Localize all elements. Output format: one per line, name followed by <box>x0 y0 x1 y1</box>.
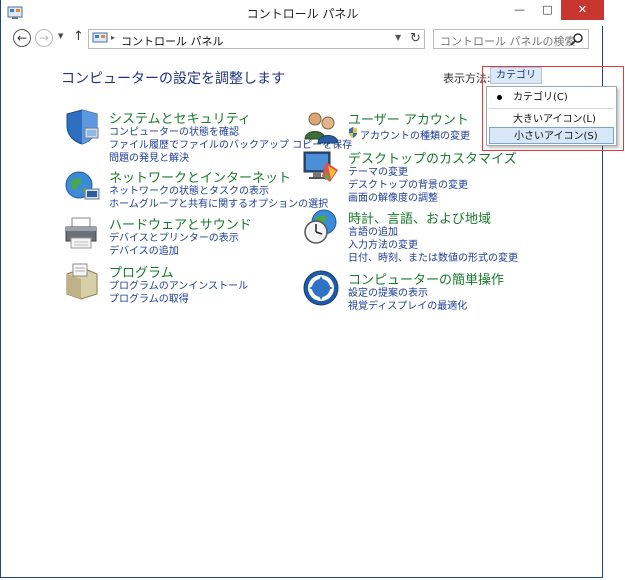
navigation-bar: ← → ▼ ↑ ▸ コントロール パネル ▼ ↻ コントロール パネルの検索 <box>1 26 604 52</box>
breadcrumb[interactable]: コントロール パネル <box>121 33 224 49</box>
forward-button[interactable]: → <box>35 29 53 47</box>
search-placeholder: コントロール パネルの検索 <box>440 35 576 48</box>
address-dropdown-button[interactable]: ▼ <box>395 33 401 42</box>
minimize-button[interactable]: — <box>506 0 533 20</box>
close-button[interactable]: ✕ <box>561 0 604 20</box>
search-icon[interactable] <box>570 32 584 46</box>
users-icon <box>304 112 339 144</box>
programs-box-icon <box>66 263 98 300</box>
printer-icon <box>65 217 97 249</box>
clock-globe-icon <box>304 209 337 244</box>
category-link[interactable]: アカウントの種類の変更 <box>360 127 470 142</box>
category-link[interactable]: プログラムの取得 <box>109 290 189 305</box>
category-link[interactable]: 画面の解像度の調整 <box>348 189 438 204</box>
breadcrumb-separator: ▸ <box>111 33 116 42</box>
category-link[interactable]: ホームグループと共有に関するオプションの選択 <box>109 195 328 210</box>
category-link[interactable]: デバイスの追加 <box>109 242 179 257</box>
recent-locations-button[interactable]: ▼ <box>58 32 63 40</box>
highlight-callout <box>482 66 624 151</box>
category-link[interactable]: 視覚ディスプレイの最適化 <box>348 297 467 312</box>
refresh-button[interactable]: ↻ <box>410 31 421 46</box>
shield-icon <box>66 109 99 145</box>
up-button[interactable]: ↑ <box>73 29 84 44</box>
maximize-button[interactable]: □ <box>534 0 561 20</box>
uac-shield-icon <box>349 127 357 138</box>
category-link[interactable]: 問題の発見と解決 <box>109 149 189 164</box>
category-link[interactable]: 日付、時刻、または数値の形式の変更 <box>348 249 518 264</box>
page-title: コンピューターの設定を調整します <box>61 71 285 87</box>
ease-of-access-icon <box>303 270 339 306</box>
network-globe-icon <box>65 171 100 200</box>
desktop-monitor-icon <box>303 151 338 182</box>
back-button[interactable]: ← <box>13 29 31 47</box>
title-bar: コントロール パネル — □ ✕ <box>1 0 604 26</box>
category-title[interactable]: ユーザー アカウント <box>348 109 469 128</box>
address-bar[interactable]: ▸ コントロール パネル ▼ ↻ <box>88 29 425 49</box>
search-input[interactable]: コントロール パネルの検索 <box>433 29 589 49</box>
control-panel-icon <box>92 32 108 43</box>
